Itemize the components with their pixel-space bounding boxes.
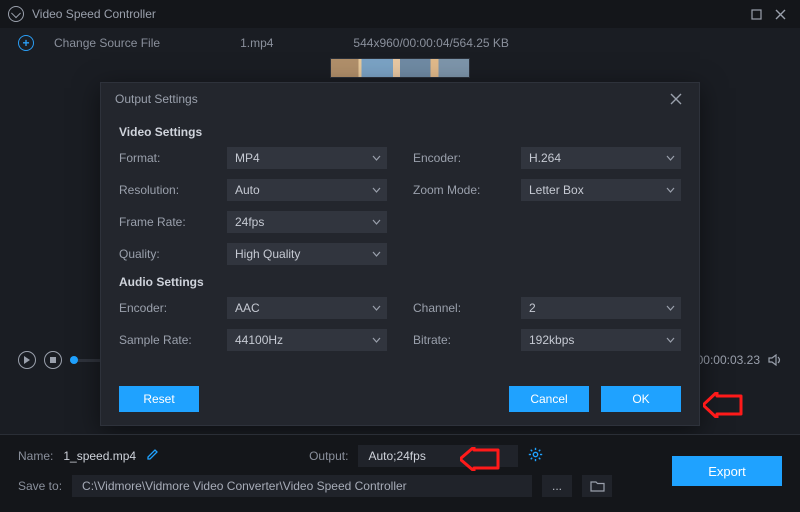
- cancel-button[interactable]: Cancel: [509, 386, 589, 412]
- label-samplerate: Sample Rate:: [119, 333, 227, 347]
- label-video-encoder: Encoder:: [413, 151, 521, 165]
- modal-close-button[interactable]: [667, 90, 685, 108]
- ok-button[interactable]: OK: [601, 386, 681, 412]
- video-settings-heading: Video Settings: [119, 125, 681, 139]
- select-zoom-mode[interactable]: Letter Box: [521, 179, 681, 201]
- chevron-down-icon: [372, 187, 381, 193]
- modal-body: Video Settings Format: MP4 Encoder: H.26…: [101, 115, 699, 373]
- edit-name-button[interactable]: [146, 448, 159, 464]
- select-framerate[interactable]: 24fps: [227, 211, 387, 233]
- bottom-bar: Name: 1_speed.mp4 Output: Auto;24fps Sav…: [0, 434, 800, 512]
- chevron-down-icon: [666, 155, 675, 161]
- chevron-down-icon: [372, 155, 381, 161]
- select-bitrate[interactable]: 192kbps: [521, 329, 681, 351]
- select-video-encoder-value: H.264: [529, 151, 561, 165]
- modal-footer: Reset Cancel OK: [101, 373, 699, 425]
- output-settings-gear-icon[interactable]: [528, 447, 543, 465]
- select-audio-encoder-value: AAC: [235, 301, 260, 315]
- modal-title: Output Settings: [115, 92, 198, 106]
- select-resolution-value: Auto: [235, 183, 260, 197]
- select-resolution[interactable]: Auto: [227, 179, 387, 201]
- chevron-down-icon: [372, 219, 381, 225]
- chevron-down-icon: [666, 187, 675, 193]
- label-zoom-mode: Zoom Mode:: [413, 183, 521, 197]
- browse-path-button[interactable]: ...: [542, 475, 572, 497]
- select-channel[interactable]: 2: [521, 297, 681, 319]
- label-framerate: Frame Rate:: [119, 215, 227, 229]
- label-bitrate: Bitrate:: [413, 333, 521, 347]
- chevron-down-icon: [372, 251, 381, 257]
- open-folder-button[interactable]: [582, 475, 612, 497]
- select-samplerate-value: 44100Hz: [235, 333, 283, 347]
- label-channel: Channel:: [413, 301, 521, 315]
- chevron-down-icon: [666, 305, 675, 311]
- chevron-down-icon: [666, 337, 675, 343]
- select-bitrate-value: 192kbps: [529, 333, 574, 347]
- select-channel-value: 2: [529, 301, 536, 315]
- label-resolution: Resolution:: [119, 183, 227, 197]
- select-framerate-value: 24fps: [235, 215, 264, 229]
- output-name-value: 1_speed.mp4: [63, 449, 136, 463]
- saveto-path-field[interactable]: C:\Vidmore\Vidmore Video Converter\Video…: [72, 475, 532, 497]
- label-quality: Quality:: [119, 247, 227, 261]
- name-label: Name:: [18, 449, 53, 463]
- modal-header: Output Settings: [101, 83, 699, 115]
- saveto-label: Save to:: [18, 479, 62, 493]
- label-audio-encoder: Encoder:: [119, 301, 227, 315]
- reset-button[interactable]: Reset: [119, 386, 199, 412]
- select-zoom-mode-value: Letter Box: [529, 183, 584, 197]
- select-quality[interactable]: High Quality: [227, 243, 387, 265]
- label-format: Format:: [119, 151, 227, 165]
- chevron-down-icon: [372, 305, 381, 311]
- output-settings-modal: Output Settings Video Settings Format: M…: [100, 82, 700, 426]
- chevron-down-icon: [372, 337, 381, 343]
- select-format[interactable]: MP4: [227, 147, 387, 169]
- select-samplerate[interactable]: 44100Hz: [227, 329, 387, 351]
- select-format-value: MP4: [235, 151, 260, 165]
- export-button[interactable]: Export: [672, 456, 782, 486]
- select-quality-value: High Quality: [235, 247, 300, 261]
- audio-settings-heading: Audio Settings: [119, 275, 681, 289]
- output-summary-value: Auto;24fps: [368, 449, 425, 463]
- select-audio-encoder[interactable]: AAC: [227, 297, 387, 319]
- output-summary-field[interactable]: Auto;24fps: [358, 445, 518, 467]
- select-video-encoder[interactable]: H.264: [521, 147, 681, 169]
- output-label: Output:: [309, 449, 348, 463]
- saveto-path-value: C:\Vidmore\Vidmore Video Converter\Video…: [82, 479, 407, 493]
